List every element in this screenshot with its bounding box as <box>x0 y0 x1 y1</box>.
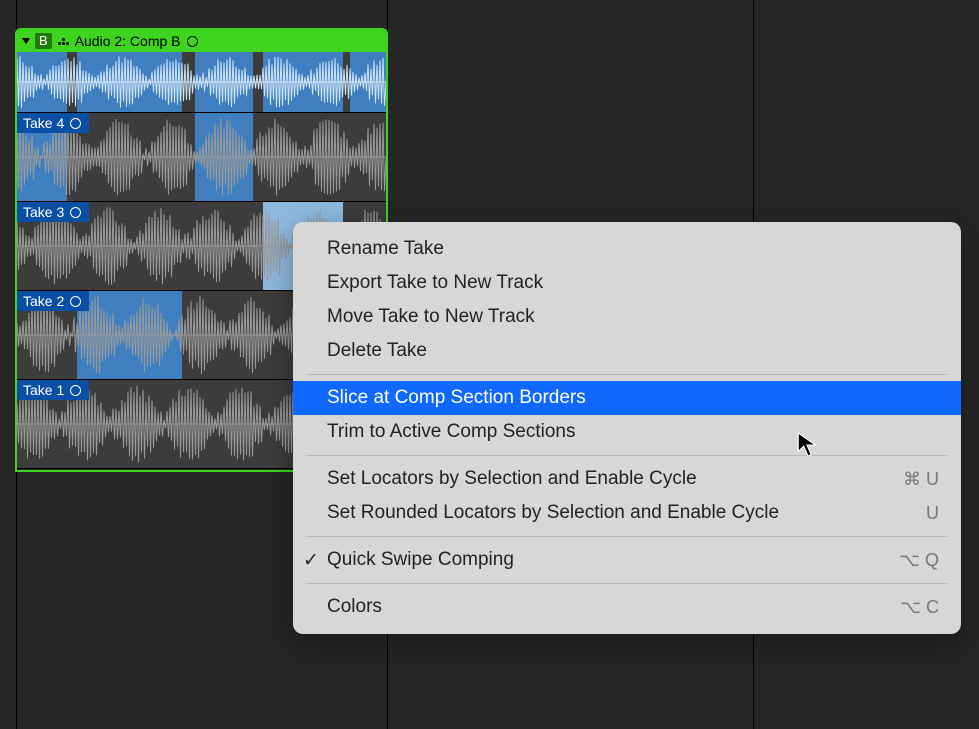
menu-item[interactable]: Trim to Active Comp Sections <box>293 415 961 449</box>
menu-separator <box>307 455 947 456</box>
comp-lane[interactable] <box>17 52 386 113</box>
take-label[interactable]: Take 3 <box>17 202 89 222</box>
menu-item-label: Delete Take <box>327 340 427 362</box>
menu-item-label: Rename Take <box>327 238 444 260</box>
menu-shortcut: ⌥ C <box>900 597 939 618</box>
loop-indicator-icon <box>70 207 81 218</box>
waveform <box>17 52 386 112</box>
menu-item[interactable]: ✓ Quick Swipe Comping ⌥ Q <box>293 543 961 577</box>
menu-item-label: Move Take to New Track <box>327 306 535 328</box>
menu-item[interactable]: Move Take to New Track <box>293 300 961 334</box>
take-label-text: Take 2 <box>23 293 64 309</box>
context-menu: Rename Take Export Take to New Track Move … <box>293 222 961 634</box>
take-label-text: Take 3 <box>23 204 64 220</box>
menu-separator <box>307 583 947 584</box>
menu-item[interactable]: Delete Take <box>293 334 961 368</box>
menu-separator <box>307 536 947 537</box>
menu-item-label: Export Take to New Track <box>327 272 543 294</box>
disclosure-triangle-icon[interactable] <box>22 38 30 44</box>
menu-item-label: Quick Swipe Comping <box>327 549 514 571</box>
take-folder-title: Audio 2: Comp B <box>75 33 181 49</box>
menu-item-label: Colors <box>327 596 382 618</box>
take-lane[interactable]: Take 4 <box>17 113 386 202</box>
take-label[interactable]: Take 4 <box>17 113 89 133</box>
check-icon: ✓ <box>303 549 319 572</box>
take-label[interactable]: Take 1 <box>17 380 89 400</box>
loop-indicator-icon <box>187 36 198 47</box>
take-label-text: Take 4 <box>23 115 64 131</box>
menu-item[interactable]: Rename Take <box>293 232 961 266</box>
menu-item-label: Set Rounded Locators by Selection and En… <box>327 502 779 524</box>
menu-item[interactable]: Set Rounded Locators by Selection and En… <box>293 496 961 530</box>
menu-item-label: Set Locators by Selection and Enable Cyc… <box>327 468 697 490</box>
loop-indicator-icon <box>70 385 81 396</box>
comp-badge[interactable]: B <box>35 33 52 49</box>
comp-menu-icon[interactable] <box>58 38 69 45</box>
menu-separator <box>307 374 947 375</box>
loop-indicator-icon <box>70 118 81 129</box>
menu-item[interactable]: Colors ⌥ C <box>293 590 961 624</box>
menu-item[interactable]: Export Take to New Track <box>293 266 961 300</box>
menu-item[interactable]: Set Locators by Selection and Enable Cyc… <box>293 462 961 496</box>
menu-item-label: Slice at Comp Section Borders <box>327 387 586 409</box>
take-folder-header[interactable]: B Audio 2: Comp B <box>17 30 386 52</box>
menu-shortcut: ⌘ U <box>903 469 939 490</box>
menu-item-label: Trim to Active Comp Sections <box>327 421 575 443</box>
take-label-text: Take 1 <box>23 382 64 398</box>
menu-item[interactable]: Slice at Comp Section Borders <box>293 381 961 415</box>
loop-indicator-icon <box>70 296 81 307</box>
menu-shortcut: U <box>926 503 939 524</box>
menu-shortcut: ⌥ Q <box>899 550 939 571</box>
take-label[interactable]: Take 2 <box>17 291 89 311</box>
